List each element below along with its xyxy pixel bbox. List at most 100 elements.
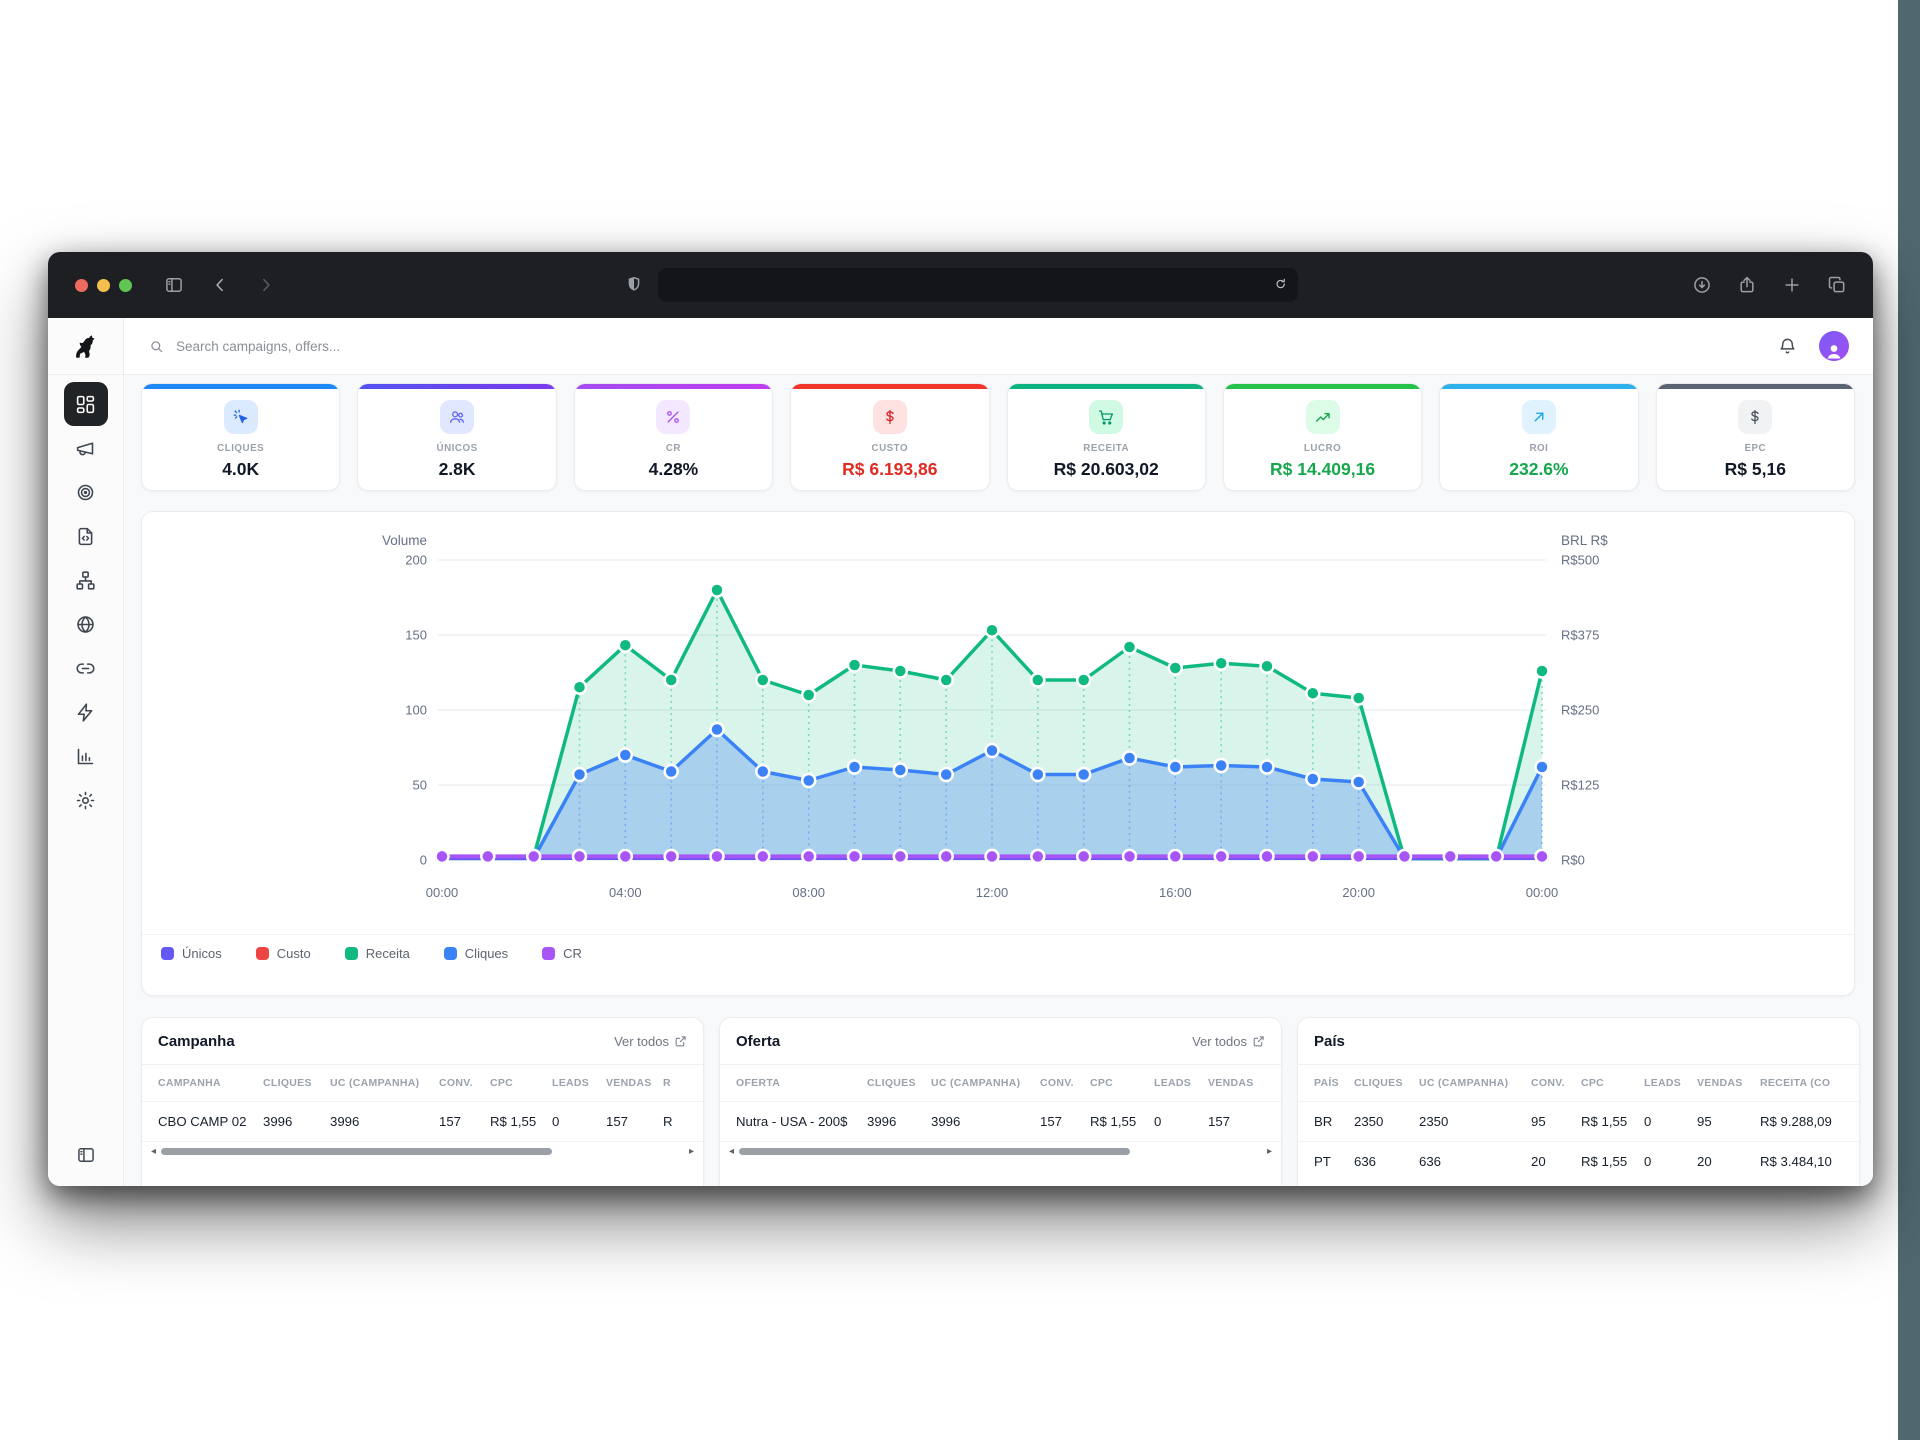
column-header: VENDAS [1208,1077,1268,1089]
table-row[interactable]: PT63663620R$ 1,55020R$ 3.484,10 [1298,1141,1859,1181]
scroll-right-arrow[interactable]: ▸ [689,1147,694,1157]
sidebar-item-sitemap[interactable] [64,558,108,602]
browser-titlebar [48,252,1873,318]
table-row[interactable]: CBO CAMP 0239963996157R$ 1,550157R [142,1101,703,1141]
forward-button[interactable] [256,275,276,295]
scrollbar-thumb[interactable] [161,1148,552,1155]
minimize-window-button[interactable] [97,279,110,292]
column-header: VENDAS [1697,1077,1760,1089]
stat-icon-chip [1089,400,1123,434]
column-header: CLIQUES [1354,1077,1419,1089]
stat-card-roi[interactable]: ROI 232.6% [1439,383,1638,491]
dollar-icon [881,408,899,426]
search-input[interactable] [176,339,1778,354]
ver-todos-link[interactable]: Ver todos [1192,1034,1265,1049]
external-link-icon [674,1035,687,1048]
app-header [124,318,1873,375]
sidebar-item-zap[interactable] [64,690,108,734]
desktop-background-strip [1898,0,1920,1440]
close-window-button[interactable] [75,279,88,292]
stat-card-cliques[interactable]: CLIQUES4.0K [141,383,340,491]
chevron-left-icon [210,275,230,295]
app-logo[interactable] [48,318,123,375]
table-cell: 0 [1644,1114,1697,1129]
sidebar-collapse-button[interactable] [76,1145,96,1170]
legend-item-cliques[interactable]: Cliques [444,946,508,961]
sidebar-item-bar-chart[interactable] [64,734,108,778]
share-button[interactable] [1737,275,1757,295]
notifications-bell-icon[interactable] [1778,337,1797,356]
shield-icon [624,275,644,295]
svg-text:R$0: R$0 [1561,853,1585,868]
volume-chart-card: 050100150200R$0R$125R$250R$375R$500Volum… [141,511,1855,996]
column-header: OFERTA [736,1077,867,1089]
table-cell: R [663,1114,703,1129]
downloads-button[interactable] [1692,275,1712,295]
table-cell: 3996 [867,1114,931,1129]
sidebar-item-link[interactable] [64,646,108,690]
stat-card-cr[interactable]: CR4.28% [574,383,773,491]
sidebar-item-megaphone[interactable] [64,426,108,470]
sidebar-item-settings[interactable] [64,778,108,822]
stat-card-lucro[interactable]: LUCROR$ 14.409,16 [1223,383,1422,491]
column-header: LEADS [1644,1077,1697,1089]
sidebar-item-file-code[interactable] [64,514,108,558]
ver-todos-link[interactable]: Ver todos [614,1034,687,1049]
stat-icon-chip [224,400,258,434]
sidebar-item-target[interactable] [64,470,108,514]
stat-value: 2.8K [439,459,476,480]
tabs-overview-button[interactable] [1827,275,1847,295]
stat-card-receita[interactable]: RECEITAR$ 20.603,02 [1007,383,1206,491]
table-row[interactable]: BR2350235095R$ 1,55095R$ 9.288,09 [1298,1101,1859,1141]
svg-text:08:00: 08:00 [792,885,825,900]
sitemap-icon [75,570,96,591]
column-header: LEADS [552,1077,606,1089]
legend-swatch [256,947,269,960]
column-header: CLIQUES [263,1077,330,1089]
horizontal-scrollbar[interactable]: ◂▸ [720,1141,1281,1161]
panel-icon [76,1145,96,1165]
reload-icon [1273,277,1289,293]
chevron-right-icon [256,275,276,295]
legend-swatch [542,947,555,960]
table-row[interactable]: Nutra - USA - 200$39963996157R$ 1,550157 [720,1101,1281,1141]
stat-accent-bar [575,384,772,389]
table-cell: 157 [1040,1114,1090,1129]
maximize-window-button[interactable] [119,279,132,292]
legend-divider [142,934,1854,935]
stat-label: ROI [1529,443,1548,454]
legend-item-receita[interactable]: Receita [345,946,410,961]
scrollbar-thumb[interactable] [739,1148,1130,1155]
new-tab-button[interactable] [1782,275,1802,295]
external-link-icon [1252,1035,1265,1048]
table-cell: 20 [1697,1154,1760,1169]
address-bar[interactable] [658,268,1298,302]
reload-button[interactable] [1273,277,1289,293]
shield-icon[interactable] [624,275,644,295]
volume-chart-plot[interactable]: 050100150200R$0R$125R$250R$375R$500Volum… [142,512,1855,912]
horizontal-scrollbar[interactable]: ◂▸ [142,1141,703,1161]
stat-value: R$ 6.193,86 [842,459,937,480]
dog-logo-icon [72,333,99,360]
table-cell: BR [1314,1114,1354,1129]
legend-item-unicos[interactable]: Únicos [161,946,222,961]
stat-card-unicos[interactable]: ÚNICOS2.8K [357,383,556,491]
table-titlebar: País [1298,1018,1859,1065]
table-cell: 157 [606,1114,663,1129]
scroll-left-arrow[interactable]: ◂ [729,1147,734,1157]
stat-accent-bar [1224,384,1421,389]
scroll-right-arrow[interactable]: ▸ [1267,1147,1272,1157]
stat-card-custo[interactable]: CUSTOR$ 6.193,86 [790,383,989,491]
sidebar-toggle-icon[interactable] [164,275,184,295]
stat-value: R$ 5,16 [1725,459,1786,480]
stat-card-epc[interactable]: EPCR$ 5,16 [1656,383,1855,491]
search-icon [148,338,165,355]
sidebar-item-dashboard[interactable] [64,382,108,426]
sidebar-item-globe[interactable] [64,602,108,646]
legend-item-cr[interactable]: CR [542,946,582,961]
back-button[interactable] [210,275,230,295]
user-avatar[interactable] [1819,331,1849,361]
stat-value: 232.6% [1509,459,1568,480]
legend-item-custo[interactable]: Custo [256,946,311,961]
scroll-left-arrow[interactable]: ◂ [151,1147,156,1157]
